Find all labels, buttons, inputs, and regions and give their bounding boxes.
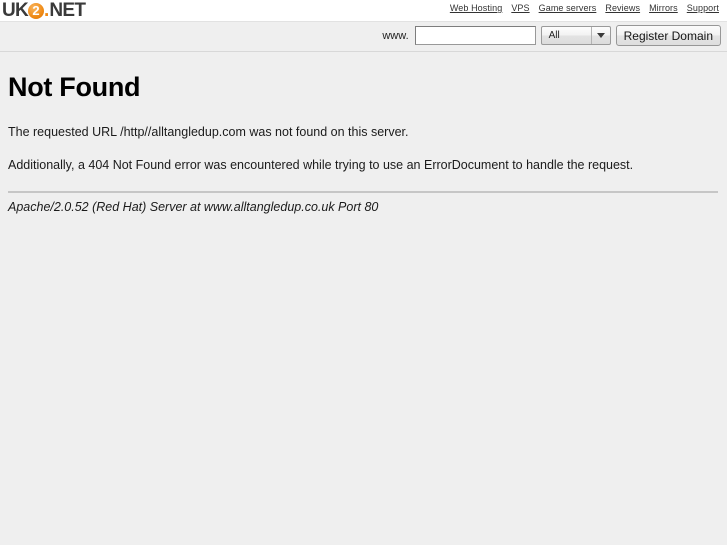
register-domain-button[interactable]: Register Domain (615, 25, 721, 46)
domain-search-input[interactable] (414, 26, 536, 45)
nav-link-support[interactable]: Support (687, 3, 719, 13)
tld-select-value: All (548, 30, 560, 41)
nav-link-game-servers[interactable]: Game servers (539, 3, 597, 13)
nav-link-web-hosting[interactable]: Web Hosting (450, 3, 502, 13)
nav-link-vps[interactable]: VPS (511, 3, 529, 13)
domain-search-group: www. All Register Domain (382, 25, 721, 46)
logo-circle-icon: 2 (28, 2, 45, 19)
error-content: Not Found The requested URL /http//allta… (0, 72, 727, 214)
www-prefix-label: www. (382, 29, 409, 42)
server-signature: Apache/2.0.52 (Red Hat) Server at www.al… (8, 200, 379, 214)
uk2-logo[interactable]: UK 2 . NET (2, 0, 86, 21)
site-header: UK 2 . NET Web Hosting VPS Game servers … (0, 0, 727, 22)
page-title: Not Found (8, 72, 141, 102)
chevron-down-icon[interactable] (590, 27, 610, 44)
domain-search-bar: www. All Register Domain (0, 22, 727, 52)
tld-select[interactable]: All (540, 26, 611, 45)
nav-link-reviews[interactable]: Reviews (605, 3, 640, 13)
content-divider (8, 191, 718, 193)
top-navigation: Web Hosting VPS Game servers Reviews Mir… (450, 3, 719, 13)
error-message-primary: The requested URL /http//alltangledup.co… (8, 125, 409, 139)
nav-link-mirrors[interactable]: Mirrors (649, 3, 678, 13)
logo-suffix-text: NET (49, 0, 86, 21)
error-message-secondary: Additionally, a 404 Not Found error was … (8, 158, 634, 172)
logo-prefix-text: UK (2, 0, 29, 21)
